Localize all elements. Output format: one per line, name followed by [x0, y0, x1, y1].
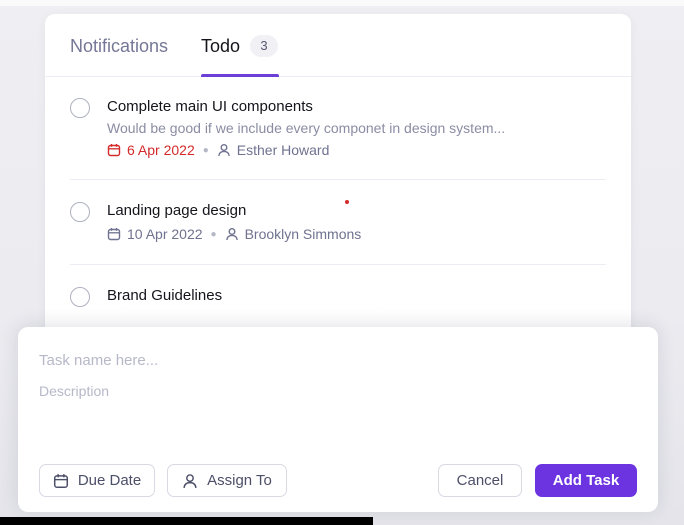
separator-dot: ● [202, 144, 209, 156]
user-icon [183, 473, 197, 488]
task-checkbox[interactable] [70, 202, 90, 222]
cursor-dot [345, 200, 349, 204]
task-due-date: 6 Apr 2022 [127, 142, 195, 158]
task-divider [70, 264, 606, 265]
due-date-button[interactable]: Due Date [39, 464, 155, 497]
task-name-input[interactable] [39, 349, 599, 371]
top-strip [0, 0, 684, 6]
task-due-date: 10 Apr 2022 [127, 226, 203, 242]
todo-count-badge: 3 [250, 35, 278, 57]
assign-to-label: Assign To [207, 472, 272, 489]
calendar-icon [53, 473, 68, 488]
calendar-icon [107, 144, 121, 157]
task-item: Landing page design 10 Apr 2022 ● Brookl… [70, 200, 606, 250]
task-divider [70, 179, 606, 180]
task-description: Would be good if we include every compon… [107, 120, 506, 136]
separator-dot: ● [210, 228, 217, 240]
task-description-input[interactable] [39, 383, 599, 443]
task-title: Landing page design [107, 202, 247, 219]
user-icon [225, 228, 238, 241]
assign-to-button[interactable]: Assign To [167, 464, 287, 497]
calendar-icon [107, 228, 121, 241]
todo-panel: Notifications Todo 3 Complete main UI co… [45, 14, 631, 374]
user-icon [217, 144, 230, 157]
task-item: Complete main UI components Would be goo… [70, 96, 606, 166]
task-title: Complete main UI components [107, 98, 313, 115]
task-meta: 10 Apr 2022 ● Brooklyn Simmons [107, 226, 361, 242]
tab-bar: Notifications Todo 3 [45, 14, 631, 77]
due-date-label: Due Date [77, 472, 142, 489]
new-task-form: Due Date Assign To Cancel Add Task [18, 327, 658, 512]
task-checkbox[interactable] [70, 98, 90, 118]
tab-todo[interactable]: Todo [201, 36, 240, 57]
task-item: Brand Guidelines [70, 285, 606, 315]
cancel-button[interactable]: Cancel [438, 464, 522, 497]
task-assignee: Esther Howard [236, 142, 330, 158]
task-assignee: Brooklyn Simmons [244, 226, 362, 242]
tab-notifications[interactable]: Notifications [70, 36, 168, 57]
status-bar [0, 517, 373, 525]
active-tab-indicator [201, 74, 279, 77]
task-meta: 6 Apr 2022 ● Esther Howard [107, 142, 329, 158]
add-task-button[interactable]: Add Task [535, 464, 637, 497]
task-title: Brand Guidelines [107, 287, 223, 304]
task-checkbox[interactable] [70, 287, 90, 307]
